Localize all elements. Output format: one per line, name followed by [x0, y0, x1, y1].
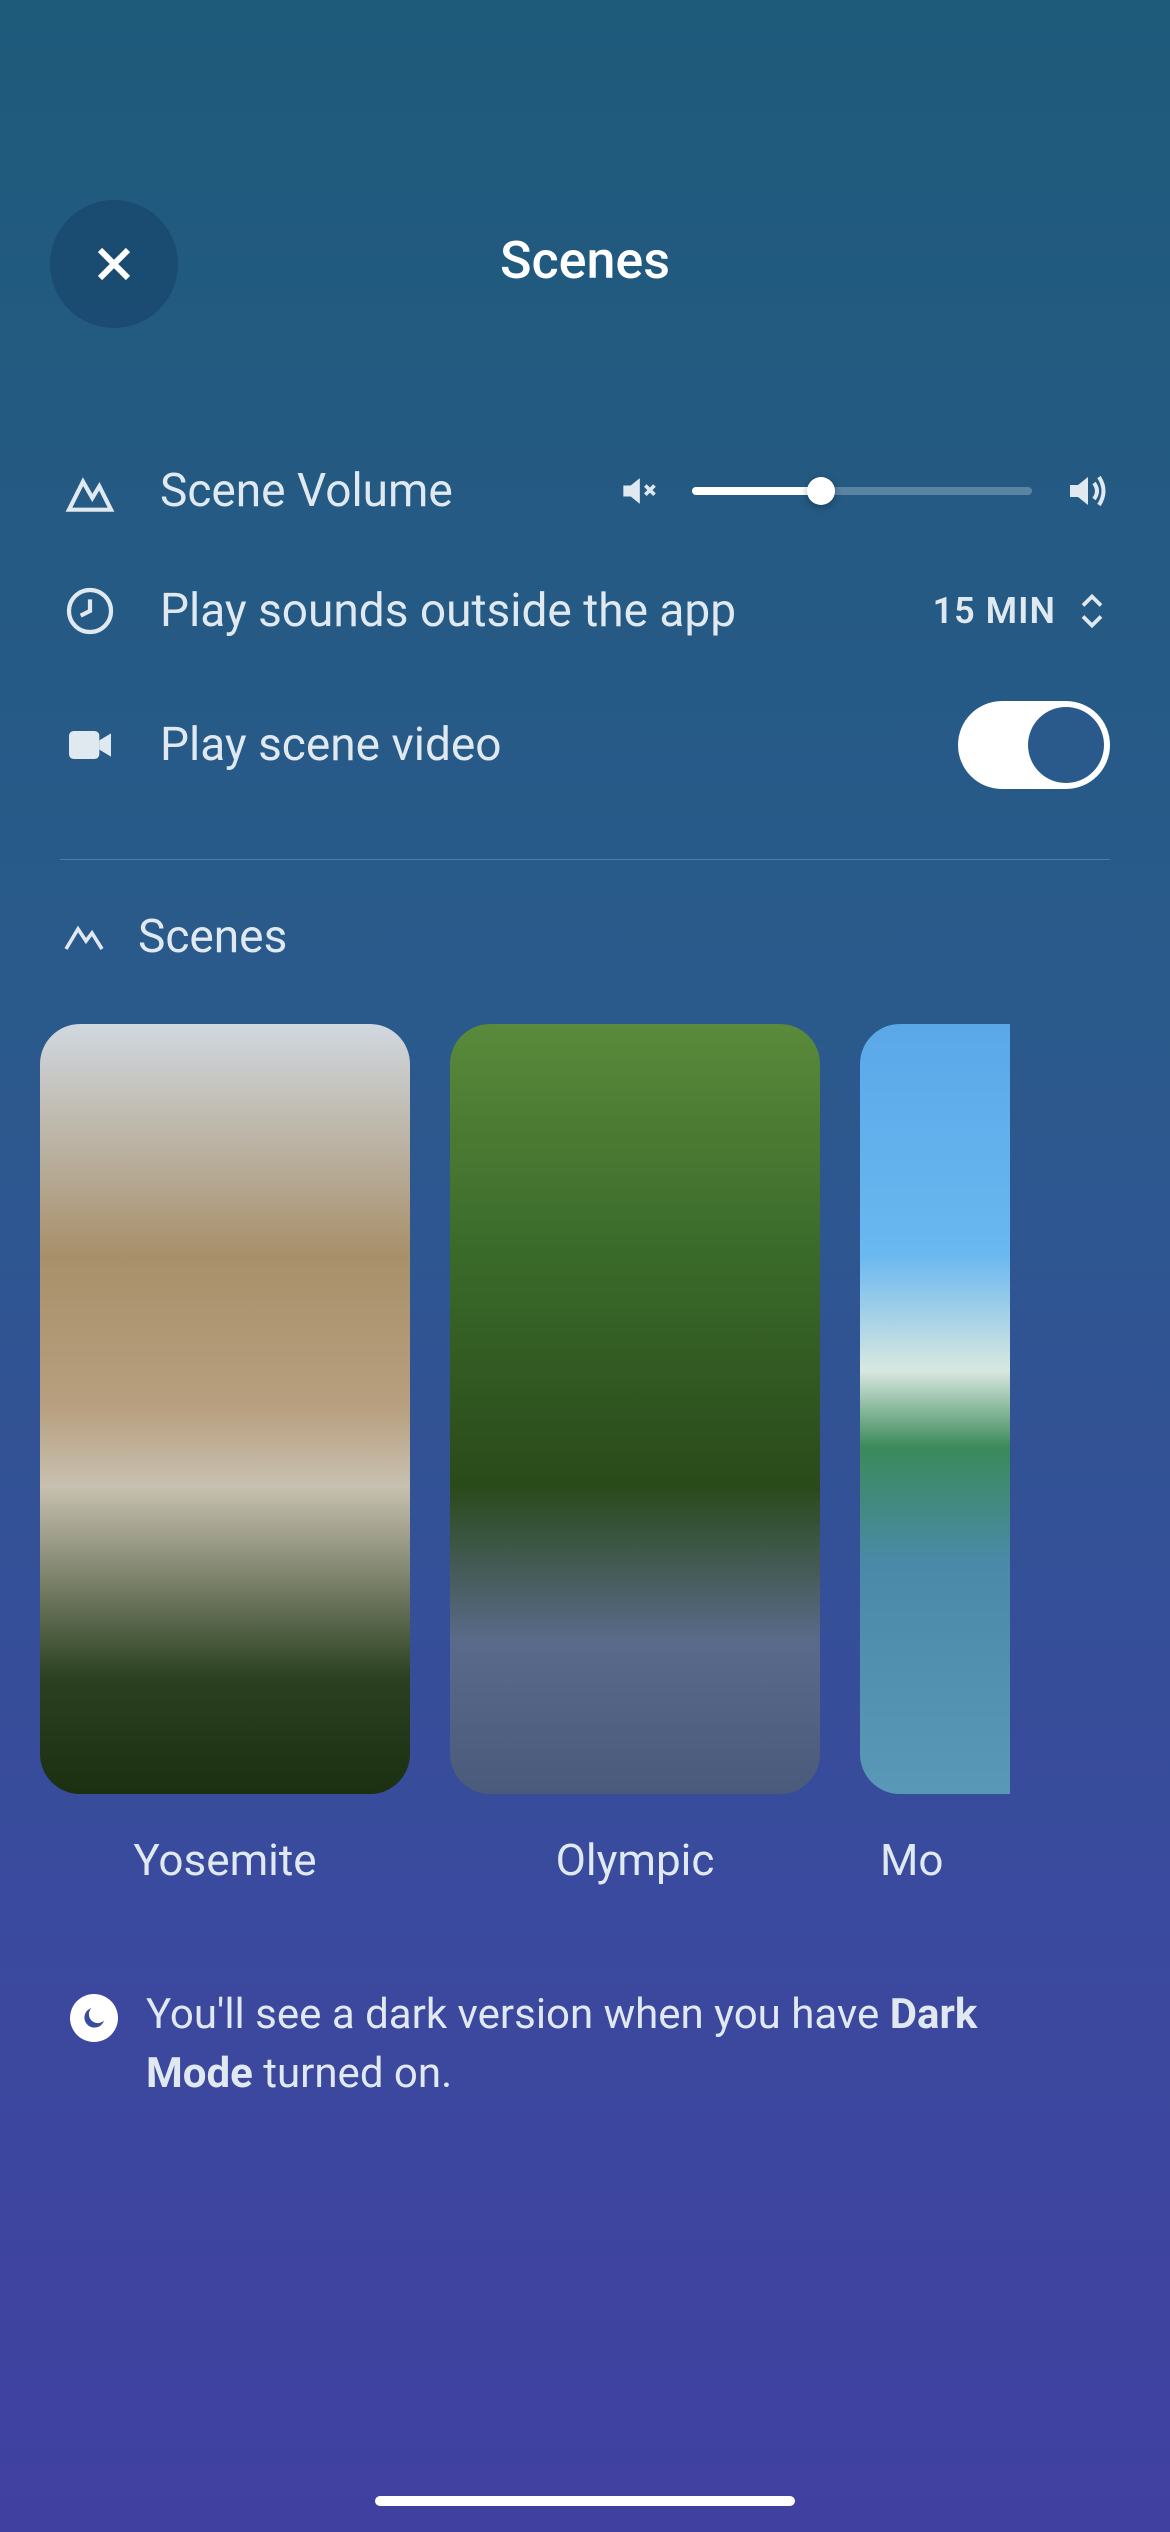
volume-loud-icon[interactable] — [1062, 467, 1110, 515]
stepper-arrows[interactable] — [1074, 592, 1110, 630]
chevron-down-icon — [1074, 612, 1110, 630]
setting-scene-volume: Scene Volume — [60, 431, 1110, 551]
close-icon — [90, 240, 138, 288]
scenes-carousel[interactable]: nali Yosemite Olympic Mo — [0, 1024, 1170, 1886]
scenes-header: Scenes — [60, 910, 1170, 1024]
settings-list: Scene Volume — [0, 351, 1170, 819]
duration-stepper[interactable]: 15 MIN — [933, 590, 1110, 632]
scene-image — [860, 1024, 1010, 1794]
toggle-knob — [1028, 707, 1104, 783]
setting-play-outside: Play sounds outside the app 15 MIN — [60, 551, 1110, 671]
chevron-up-icon — [1074, 592, 1110, 610]
header: Scenes — [0, 0, 1170, 351]
mountains-icon — [60, 461, 120, 521]
scene-name: Yosemite — [40, 1834, 410, 1886]
volume-slider-thumb[interactable] — [807, 477, 835, 505]
video-icon — [60, 715, 120, 775]
dark-mode-note: You'll see a dark version when you have … — [0, 1886, 1170, 2104]
volume-controls — [614, 467, 1110, 515]
scene-card-olympic[interactable]: Olympic — [450, 1024, 820, 1886]
scene-card-yosemite[interactable]: Yosemite — [40, 1024, 410, 1886]
scenes-label: Scenes — [138, 910, 287, 964]
clock-icon — [60, 581, 120, 641]
dark-mode-text: You'll see a dark version when you have … — [146, 1986, 1090, 2104]
volume-slider-fill — [692, 487, 821, 495]
play-outside-label: Play sounds outside the app — [160, 584, 933, 638]
volume-slider[interactable] — [692, 487, 1032, 495]
volume-mute-icon[interactable] — [614, 467, 662, 515]
scene-volume-label: Scene Volume — [160, 464, 614, 518]
note-before: You'll see a dark version when you have — [146, 1990, 890, 2039]
play-video-toggle[interactable] — [958, 701, 1110, 789]
scene-card-mo[interactable]: Mo — [860, 1024, 1010, 1886]
scene-image — [450, 1024, 820, 1794]
setting-play-video: Play scene video — [60, 671, 1110, 819]
note-after: turned on. — [253, 2049, 452, 2098]
scene-name: Mo — [860, 1834, 1010, 1886]
scene-name: Olympic — [450, 1834, 820, 1886]
mountains-small-icon — [60, 913, 108, 961]
moon-icon — [70, 1994, 118, 2042]
play-video-label: Play scene video — [160, 718, 958, 772]
scene-image — [40, 1024, 410, 1794]
home-indicator[interactable] — [375, 2496, 795, 2506]
duration-value: 15 MIN — [933, 590, 1056, 632]
close-button[interactable] — [50, 200, 178, 328]
scenes-section: Scenes nali Yosemite Olympic Mo — [0, 860, 1170, 1886]
